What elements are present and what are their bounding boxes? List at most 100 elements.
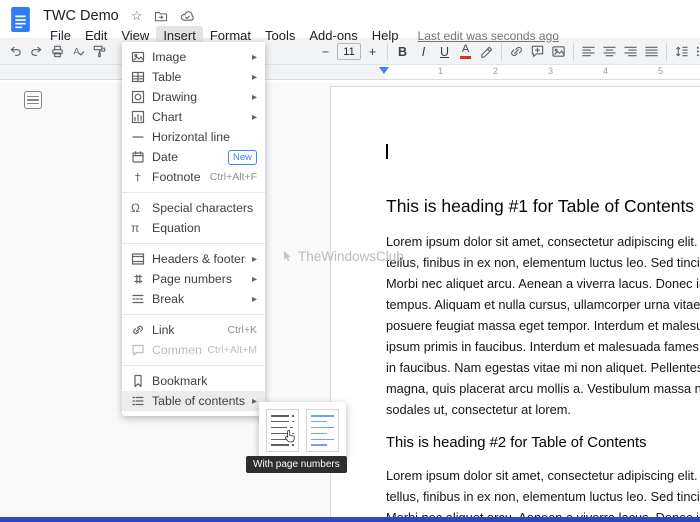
show-outline-button[interactable] — [24, 91, 42, 109]
toc-submenu — [259, 402, 346, 459]
add-comment-button[interactable] — [528, 41, 547, 62]
ruler-tick: 4 — [603, 66, 608, 76]
star-icon[interactable]: ☆ — [131, 9, 143, 22]
horizontal-ruler[interactable]: 1 2 3 4 5 6 — [0, 65, 700, 80]
paint-format-button[interactable] — [90, 41, 109, 62]
doc-heading-2[interactable]: This is heading #2 for Table of Contents — [386, 435, 700, 451]
site-watermark: TheWindowsClub — [283, 249, 404, 264]
footnote-icon: † — [131, 170, 152, 184]
cloud-status-icon[interactable] — [180, 10, 195, 22]
omega-icon: Ω — [131, 201, 152, 215]
page-numbers-icon — [131, 272, 152, 286]
text-cursor — [386, 144, 388, 159]
table-icon — [131, 70, 152, 84]
bold-button[interactable]: B — [393, 41, 412, 62]
ruler-text-area — [385, 65, 700, 79]
menu-item-headers-footers[interactable]: Headers & footers ▸ — [122, 249, 265, 269]
submenu-arrow-icon: ▸ — [252, 254, 257, 265]
menu-item-table[interactable]: Table ▸ — [122, 67, 265, 87]
align-right-button[interactable] — [621, 41, 640, 62]
toolbar-separator — [387, 43, 388, 61]
menu-item-page-numbers[interactable]: Page numbers ▸ — [122, 269, 265, 289]
font-size-input[interactable]: 11 — [337, 43, 361, 60]
submenu-arrow-icon: ▸ — [252, 294, 257, 305]
indent-marker[interactable] — [379, 67, 389, 74]
text-color-glyph: A — [462, 44, 469, 55]
drawing-icon — [131, 90, 152, 104]
undo-button[interactable] — [6, 41, 25, 62]
submenu-arrow-icon: ▸ — [252, 274, 257, 285]
link-icon — [131, 323, 152, 337]
insert-link-button[interactable] — [507, 41, 526, 62]
document-page[interactable]: This is heading #1 for Table of Contents… — [330, 86, 700, 517]
doc-paragraph-2[interactable]: Lorem ipsum dolor sit amet, consectetur … — [386, 465, 700, 517]
table-of-contents-icon — [131, 394, 152, 408]
submenu-arrow-icon: ▸ — [252, 52, 257, 63]
menu-item-bookmark[interactable]: Bookmark — [122, 371, 265, 391]
menu-item-drawing[interactable]: Drawing ▸ — [122, 87, 265, 107]
submenu-arrow-icon: ▸ — [252, 112, 257, 123]
submenu-tooltip: With page numbers — [246, 456, 347, 473]
menu-divider — [122, 314, 265, 315]
docs-logo-icon[interactable] — [10, 6, 31, 33]
ruler-tick: 5 — [658, 66, 663, 76]
text-color-bar — [460, 56, 471, 59]
toolbar-separator — [666, 43, 667, 61]
line-spacing-button[interactable] — [672, 41, 691, 62]
toolbar-separator — [573, 43, 574, 61]
comment-icon — [131, 343, 152, 357]
move-folder-icon[interactable] — [154, 10, 168, 22]
italic-button[interactable]: I — [414, 41, 433, 62]
submenu-arrow-icon: ▸ — [252, 92, 257, 103]
menu-item-break[interactable]: Break ▸ — [122, 289, 265, 309]
image-icon — [131, 50, 152, 64]
menu-item-comment[interactable]: Comment Ctrl+Alt+M — [122, 340, 265, 360]
menu-item-link[interactable]: Link Ctrl+K — [122, 320, 265, 340]
menu-item-horizontal-line[interactable]: Horizontal line — [122, 127, 265, 147]
watermark-cursor-icon — [283, 250, 294, 263]
underline-button[interactable]: U — [435, 41, 454, 62]
align-center-button[interactable] — [600, 41, 619, 62]
align-left-button[interactable] — [579, 41, 598, 62]
bulleted-list-button[interactable] — [693, 41, 700, 62]
insert-menu-dropdown: Image ▸ Table ▸ Drawing ▸ Chart ▸ Horizo… — [122, 42, 265, 416]
toc-option-with-blue-links[interactable] — [306, 409, 339, 452]
chart-icon — [131, 110, 152, 124]
svg-text:†: † — [135, 171, 141, 184]
bookmark-icon — [131, 374, 152, 388]
doc-paragraph-1[interactable]: Lorem ipsum dolor sit amet, consectetur … — [386, 231, 700, 420]
document-canvas: This is heading #1 for Table of Contents… — [0, 83, 700, 517]
new-badge: New — [228, 150, 257, 165]
menu-divider — [122, 365, 265, 366]
menu-item-special-characters[interactable]: Ω Special characters — [122, 198, 265, 218]
menu-item-equation[interactable]: π Equation — [122, 218, 265, 238]
spellcheck-button[interactable]: A — [69, 41, 88, 62]
menu-item-table-of-contents[interactable]: Table of contents ▸ — [122, 391, 265, 411]
horizontal-line-icon — [131, 130, 152, 144]
doc-heading-1[interactable]: This is heading #1 for Table of Contents — [386, 196, 700, 217]
bottom-edge-strip — [0, 517, 700, 522]
font-size-increase-button[interactable]: + — [363, 41, 382, 62]
menu-item-footnote[interactable]: † Footnote Ctrl+Alt+F — [122, 167, 265, 187]
highlight-color-button[interactable] — [477, 41, 496, 62]
headers-footers-icon — [131, 252, 152, 266]
text-color-button[interactable]: A — [456, 41, 475, 62]
ruler-tick: 1 — [438, 66, 443, 76]
align-justify-button[interactable] — [642, 41, 661, 62]
submenu-arrow-icon: ▸ — [252, 72, 257, 83]
toolbar: A − 11 + B I U A 12 — [0, 38, 700, 65]
menu-item-date[interactable]: Date New — [122, 147, 265, 167]
menu-item-chart[interactable]: Chart ▸ — [122, 107, 265, 127]
ruler-tick: 3 — [548, 66, 553, 76]
insert-image-button[interactable] — [549, 41, 568, 62]
redo-button[interactable] — [27, 41, 46, 62]
toolbar-separator — [501, 43, 502, 61]
app-header: TWC Demo ☆ File Edit View Insert Format … — [0, 0, 700, 38]
date-icon — [131, 150, 152, 164]
svg-text:A: A — [73, 46, 80, 56]
document-title[interactable]: TWC Demo — [43, 8, 119, 24]
print-button[interactable] — [48, 41, 67, 62]
font-size-decrease-button[interactable]: − — [316, 41, 335, 62]
menu-item-image[interactable]: Image ▸ — [122, 47, 265, 67]
menu-divider — [122, 243, 265, 244]
